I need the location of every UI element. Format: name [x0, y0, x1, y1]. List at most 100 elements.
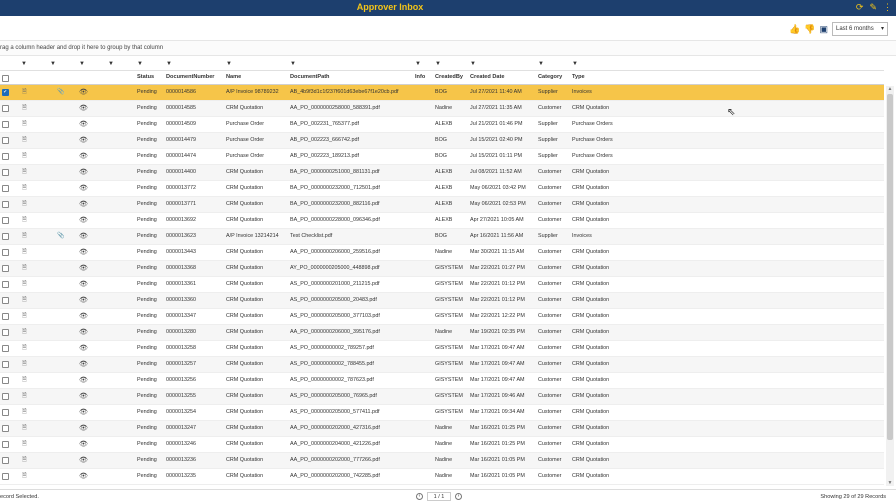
- document-icon[interactable]: 🗎: [22, 165, 27, 180]
- table-row[interactable]: 🗎 👁 Pending 0000013772 CRM Quotation BA_PO_00…: [0, 181, 884, 197]
- row-checkbox[interactable]: [2, 297, 9, 304]
- cell-document-path[interactable]: BA_PO_0000000228000_096346.pdf: [290, 213, 412, 228]
- preview-eye-icon[interactable]: 👁: [79, 117, 88, 132]
- preview-eye-icon[interactable]: 👁: [79, 245, 88, 260]
- cell-document-path[interactable]: AA_PO_0000000258000_588391.pdf: [290, 101, 412, 116]
- table-row[interactable]: 🗎 👁 Pending 0000013235 CRM Quotation AA_PO_00…: [0, 469, 884, 485]
- table-row[interactable]: 🗎 👁 Pending 0000013247 CRM Quotation AA_PO_00…: [0, 421, 884, 437]
- header-name[interactable]: Name: [226, 71, 286, 84]
- document-icon[interactable]: 🗎: [22, 325, 27, 340]
- preview-eye-icon[interactable]: 👁: [79, 181, 88, 196]
- preview-eye-icon[interactable]: 👁: [79, 261, 88, 276]
- table-row[interactable]: 🗎 👁 Pending 0000013771 CRM Quotation BA_PO_00…: [0, 197, 884, 213]
- document-icon[interactable]: 🗎: [22, 389, 27, 404]
- table-row[interactable]: 🗎 📎 👁 Pending 0000013623 A/P Invoice 13214214…: [0, 229, 884, 245]
- cell-document-path[interactable]: Test Checklist.pdf: [290, 229, 412, 244]
- cell-document-path[interactable]: AA_PO_0000000206000_395176.pdf: [290, 325, 412, 340]
- thumbs-down-icon[interactable]: 👎: [804, 24, 815, 35]
- document-icon[interactable]: 🗎: [22, 197, 27, 212]
- filter-icon[interactable]: ▼: [79, 57, 85, 72]
- preview-eye-icon[interactable]: 👁: [79, 357, 88, 372]
- cell-document-path[interactable]: AS_PO_0000000205000_577411.pdf: [290, 405, 412, 420]
- table-row[interactable]: 🗎 👁 Pending 0000013236 CRM Quotation AA_PO_00…: [0, 453, 884, 469]
- table-row[interactable]: 🗎 👁 Pending 0000013280 CRM Quotation AA_PO_00…: [0, 325, 884, 341]
- row-checkbox[interactable]: [2, 393, 9, 400]
- document-icon[interactable]: 🗎: [22, 149, 27, 164]
- cell-document-path[interactable]: AA_PO_0000000204000_421226.pdf: [290, 437, 412, 452]
- filter-icon[interactable]: ▼: [166, 57, 172, 72]
- filter-icon[interactable]: ▼: [572, 57, 578, 72]
- table-row[interactable]: 🗎 👁 Pending 0000013246 CRM Quotation AA_PO_00…: [0, 437, 884, 453]
- filter-icon[interactable]: ▼: [470, 57, 476, 72]
- edit-icon[interactable]: ✎: [869, 2, 877, 13]
- cell-document-path[interactable]: BA_PO_0000000232000_712501.pdf: [290, 181, 412, 196]
- cell-document-path[interactable]: AS_PO_0000000205000_76965.pdf: [290, 389, 412, 404]
- row-checkbox[interactable]: [2, 473, 9, 480]
- row-checkbox[interactable]: [2, 137, 9, 144]
- cell-document-path[interactable]: BA_PO_002231_765377.pdf: [290, 117, 412, 132]
- cell-document-path[interactable]: AS_PO_00000000002_789257.pdf: [290, 341, 412, 356]
- header-created-by[interactable]: CreatedBy: [435, 71, 467, 84]
- table-row[interactable]: 🗎 👁 Pending 0000014585 CRM Quotation AA_PO_00…: [0, 101, 884, 117]
- vertical-scrollbar[interactable]: ▲ ▼: [886, 86, 894, 486]
- preview-eye-icon[interactable]: 👁: [79, 229, 88, 244]
- preview-eye-icon[interactable]: 👁: [79, 309, 88, 324]
- page-indicator[interactable]: 1 / 1: [427, 492, 451, 501]
- table-row[interactable]: 🗎 👁 Pending 0000013258 CRM Quotation AS_PO_00…: [0, 341, 884, 357]
- table-row[interactable]: 🗎 👁 Pending 0000013255 CRM Quotation AS_PO_00…: [0, 389, 884, 405]
- thumbs-up-icon[interactable]: 👍: [789, 24, 800, 35]
- scroll-thumb[interactable]: [887, 94, 893, 440]
- document-icon[interactable]: 🗎: [22, 357, 27, 372]
- cell-document-path[interactable]: BA_PO_0000000232000_882116.pdf: [290, 197, 412, 212]
- cell-document-path[interactable]: AS_PO_0000000205000_20483.pdf: [290, 293, 412, 308]
- preview-eye-icon[interactable]: 👁: [79, 133, 88, 148]
- cell-document-path[interactable]: AA_PO_0000000202000_742285.pdf: [290, 469, 412, 484]
- cell-document-path[interactable]: AS_PO_0000000201000_211215.pdf: [290, 277, 412, 292]
- document-icon[interactable]: 🗎: [22, 341, 27, 356]
- select-all-checkbox[interactable]: [2, 75, 9, 82]
- document-icon[interactable]: 🗎: [22, 85, 27, 100]
- cell-document-path[interactable]: AY_PO_0000000205000_448898.pdf: [290, 261, 412, 276]
- attachment-icon[interactable]: 📎: [57, 229, 64, 244]
- row-checkbox[interactable]: [2, 441, 9, 448]
- table-row[interactable]: 🗎 👁 Pending 0000013360 CRM Quotation AS_PO_00…: [0, 293, 884, 309]
- filter-icon[interactable]: ▼: [538, 57, 544, 72]
- document-icon[interactable]: 🗎: [22, 373, 27, 388]
- header-category[interactable]: Category: [538, 71, 568, 84]
- header-document-number[interactable]: DocumentNumber: [166, 71, 222, 84]
- cell-document-path[interactable]: AS_PO_0000000205000_377103.pdf: [290, 309, 412, 324]
- table-row[interactable]: 🗎 👁 Pending 0000014509 Purchase Order BA_PO_0…: [0, 117, 884, 133]
- next-page-button[interactable]: ›: [455, 493, 462, 500]
- cell-document-path[interactable]: BA_PO_0000000251000_881131.pdf: [290, 165, 412, 180]
- preview-eye-icon[interactable]: 👁: [79, 437, 88, 452]
- row-checkbox[interactable]: [2, 89, 9, 96]
- cell-document-path[interactable]: AA_PO_0000000202000_777266.pdf: [290, 453, 412, 468]
- prev-page-button[interactable]: ‹: [416, 493, 423, 500]
- filter-icon[interactable]: ▼: [415, 57, 421, 72]
- table-row[interactable]: 🗎 👁 Pending 0000013692 CRM Quotation BA_PO_00…: [0, 213, 884, 229]
- document-icon[interactable]: 🗎: [22, 421, 27, 436]
- row-checkbox[interactable]: [2, 377, 9, 384]
- header-type[interactable]: Type: [572, 71, 620, 84]
- header-document-path[interactable]: DocumentPath: [290, 71, 412, 84]
- preview-eye-icon[interactable]: 👁: [79, 213, 88, 228]
- header-info[interactable]: Info: [415, 71, 433, 84]
- filter-icon[interactable]: ▼: [290, 57, 296, 72]
- row-checkbox[interactable]: [2, 249, 9, 256]
- preview-eye-icon[interactable]: 👁: [79, 373, 88, 388]
- row-checkbox[interactable]: [2, 169, 9, 176]
- preview-eye-icon[interactable]: 👁: [79, 389, 88, 404]
- row-checkbox[interactable]: [2, 233, 9, 240]
- table-row[interactable]: 🗎 👁 Pending 0000013443 CRM Quotation AA_PO_00…: [0, 245, 884, 261]
- row-checkbox[interactable]: [2, 281, 9, 288]
- preview-eye-icon[interactable]: 👁: [79, 341, 88, 356]
- row-checkbox[interactable]: [2, 345, 9, 352]
- row-checkbox[interactable]: [2, 185, 9, 192]
- preview-eye-icon[interactable]: 👁: [79, 149, 88, 164]
- scroll-down-icon[interactable]: ▼: [886, 480, 894, 486]
- attachment-icon[interactable]: 📎: [57, 85, 64, 100]
- scroll-up-icon[interactable]: ▲: [886, 86, 894, 92]
- row-checkbox[interactable]: [2, 153, 9, 160]
- document-icon[interactable]: 🗎: [22, 437, 27, 452]
- filter-icon[interactable]: ▼: [226, 57, 232, 72]
